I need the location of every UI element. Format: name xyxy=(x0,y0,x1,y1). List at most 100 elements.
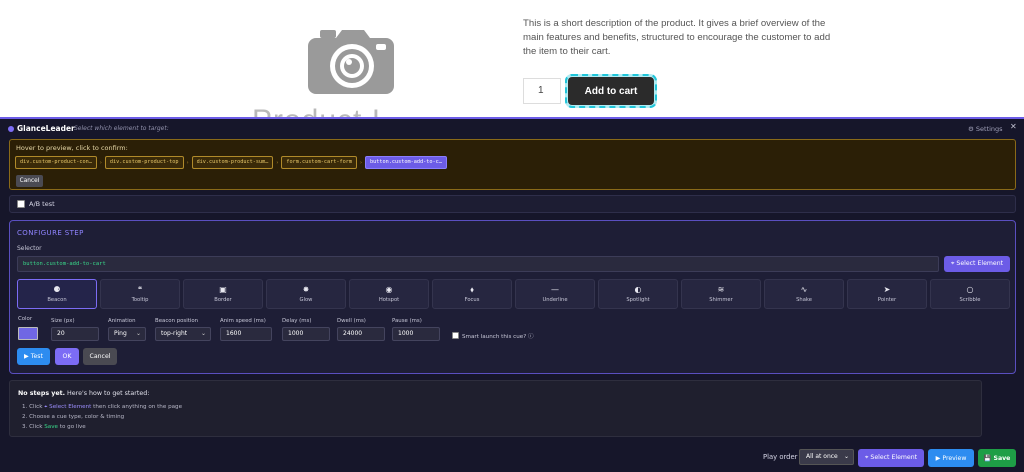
scribble-icon: ○ xyxy=(966,285,974,294)
cue-label: Tooltip xyxy=(131,297,149,303)
crumb-product-top[interactable]: div.custom-product-top xyxy=(104,156,184,169)
cue-spotlight[interactable]: ◐ Spotlight xyxy=(598,279,678,309)
beacon-icon: ⚈ xyxy=(53,285,61,294)
color-label: Color xyxy=(18,316,33,322)
select-element-link[interactable]: ⌖ Select Element xyxy=(44,404,91,410)
save-link[interactable]: Save xyxy=(44,424,58,430)
step-text: 1. Click xyxy=(22,404,45,410)
pause-label: Pause (ms) xyxy=(392,318,422,324)
preview-button[interactable]: ▶ Preview xyxy=(928,449,974,467)
selector-input[interactable]: button.custom-add-to-cart xyxy=(17,256,939,272)
add-to-cart-button[interactable]: Add to cart xyxy=(565,74,657,108)
color-picker[interactable] xyxy=(18,327,38,340)
beacon-position-label: Beacon position xyxy=(155,318,199,324)
cue-hotspot[interactable]: ◉ Hotspot xyxy=(349,279,429,309)
anim-speed-input[interactable]: 1600 xyxy=(220,327,272,341)
cue-scribble[interactable]: ○ Scribble xyxy=(930,279,1010,309)
settings-button[interactable]: ⚙ Settings xyxy=(968,125,1003,133)
delay-input[interactable]: 1000 xyxy=(282,327,330,341)
dwell-label: Dwell (ms) xyxy=(337,318,366,324)
empty-state-title: No steps yet. Here's how to get started: xyxy=(18,390,149,397)
crumb-separator: › xyxy=(99,159,102,166)
configure-step-title: CONFIGURE STEP xyxy=(17,229,84,237)
product-title: Product I xyxy=(252,104,381,118)
beacon-position-value: top-right xyxy=(161,330,188,337)
pause-input[interactable]: 1000 xyxy=(392,327,440,341)
animation-label: Animation xyxy=(108,318,136,324)
glanceleader-panel: GlanceLeader Select which element to tar… xyxy=(0,117,1024,472)
pointer-icon: ➤ xyxy=(883,285,891,294)
delay-label: Delay (ms) xyxy=(282,318,312,324)
glow-icon: ✸ xyxy=(302,285,310,294)
shake-icon: ∿ xyxy=(800,285,808,294)
cue-tooltip[interactable]: ❝ Tooltip xyxy=(100,279,180,309)
smart-launch-checkbox[interactable] xyxy=(452,332,459,339)
test-button[interactable]: ▶ Test xyxy=(17,348,50,365)
cue-pointer[interactable]: ➤ Pointer xyxy=(847,279,927,309)
smart-launch-label: Smart launch this cue? ⓘ xyxy=(462,334,534,340)
step-text: then click anything on the page xyxy=(91,404,183,410)
beacon-position-select[interactable]: top-right ⌄ xyxy=(155,327,211,341)
play-order-label: Play order xyxy=(763,453,798,461)
camera-icon xyxy=(306,28,396,96)
cue-label: Hotspot xyxy=(378,297,400,303)
empty-state-step-2: 2. Choose a cue type, color & timing xyxy=(22,414,125,420)
cue-glow[interactable]: ✸ Glow xyxy=(266,279,346,309)
step-text: to go live xyxy=(57,424,86,430)
focus-icon: ⬧ xyxy=(470,285,474,294)
step-text: 3. Click xyxy=(22,424,45,430)
crumb-cart-form[interactable]: form.custom-cart-form xyxy=(281,156,357,169)
play-order-select[interactable]: All at once ⌄ xyxy=(799,449,854,465)
animation-value: Ping xyxy=(114,330,127,337)
save-button[interactable]: 💾 Save xyxy=(978,449,1016,467)
hotspot-icon: ◉ xyxy=(385,285,393,294)
tooltip-icon: ❝ xyxy=(137,285,143,294)
picker-cancel-button[interactable]: Cancel xyxy=(16,175,43,187)
quantity-input[interactable]: 1 xyxy=(523,78,561,104)
cue-label: Focus xyxy=(464,297,480,303)
close-icon[interactable]: ✕ xyxy=(1010,122,1017,131)
ab-test-checkbox[interactable] xyxy=(17,200,25,208)
brand-logo-icon xyxy=(8,126,14,132)
chevron-down-icon: ⌄ xyxy=(200,330,206,337)
cue-border[interactable]: ▣ Border xyxy=(183,279,263,309)
crumb-product-summary[interactable]: div.custom-product-sum… xyxy=(191,156,274,169)
animation-select[interactable]: Ping ⌄ xyxy=(108,327,146,341)
element-breadcrumb: div.custom-product-con… › div.custom-pro… xyxy=(15,156,447,169)
brand-name: GlanceLeader xyxy=(17,124,75,133)
cue-label: Spotlight xyxy=(626,297,650,303)
ok-button[interactable]: OK xyxy=(55,348,79,365)
cue-beacon[interactable]: ⚈ Beacon xyxy=(17,279,97,309)
product-description: This is a short description of the produ… xyxy=(523,18,831,57)
crumb-separator: › xyxy=(186,159,189,166)
empty-state-box: No steps yet. Here's how to get started:… xyxy=(9,380,982,437)
select-element-button[interactable]: ⌖ Select Element xyxy=(944,256,1010,272)
cue-shake[interactable]: ∿ Shake xyxy=(764,279,844,309)
anim-speed-label: Anim speed (ms) xyxy=(220,318,266,324)
cue-focus[interactable]: ⬧ Focus xyxy=(432,279,512,309)
chevron-down-icon: ⌄ xyxy=(843,453,849,460)
cue-label: Beacon xyxy=(47,297,67,303)
selector-label: Selector xyxy=(17,245,42,252)
cancel-button[interactable]: Cancel xyxy=(83,348,117,365)
dwell-input[interactable]: 24000 xyxy=(337,327,385,341)
chevron-down-icon: ⌄ xyxy=(135,330,141,337)
cue-label: Scribble xyxy=(959,297,981,303)
size-input[interactable]: 20 xyxy=(51,327,99,341)
picker-instruction: Hover to preview, click to confirm: xyxy=(16,144,128,152)
play-order-value: All at once xyxy=(806,453,838,460)
product-page: Product I This is a short description of… xyxy=(0,0,1024,118)
empty-state-step-3: 3. Click Save to go live xyxy=(22,424,86,430)
cue-type-grid: ⚈ Beacon ❝ Tooltip ▣ Border ✸ Glow ◉ Hotspot … xyxy=(17,279,1010,309)
crumb-product-container[interactable]: div.custom-product-con… xyxy=(15,156,97,169)
panel-header: GlanceLeader Select which element to tar… xyxy=(0,119,1024,139)
footer-select-element-button[interactable]: ⌖ Select Element xyxy=(858,449,924,467)
size-label: Size (px) xyxy=(51,318,75,324)
ab-test-row: A/B test xyxy=(9,195,1016,213)
border-icon: ▣ xyxy=(219,285,227,294)
crumb-add-to-cart-button[interactable]: button.custom-add-to-c… xyxy=(365,156,447,169)
empty-state-title-rest: Here's how to get started: xyxy=(65,390,150,397)
cue-label: Shimmer xyxy=(709,297,733,303)
cue-shimmer[interactable]: ≋ Shimmer xyxy=(681,279,761,309)
cue-underline[interactable]: — Underline xyxy=(515,279,595,309)
